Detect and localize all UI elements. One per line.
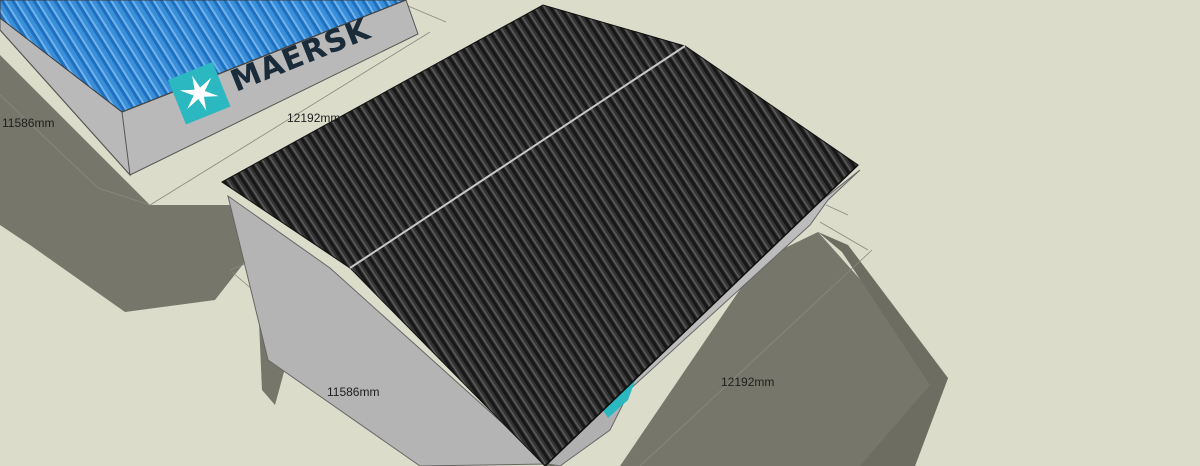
dim-shelter-width: 11586mm	[327, 385, 379, 399]
dim-top-container-width: 11586mm	[2, 116, 54, 130]
dim-shelter-length: 12192mm	[721, 375, 774, 389]
dim-top-container-length: 12192mm	[287, 111, 340, 125]
model-viewport[interactable]: MAERSK 11586mm 12192mm 11586mm 12192mm	[0, 0, 1200, 466]
